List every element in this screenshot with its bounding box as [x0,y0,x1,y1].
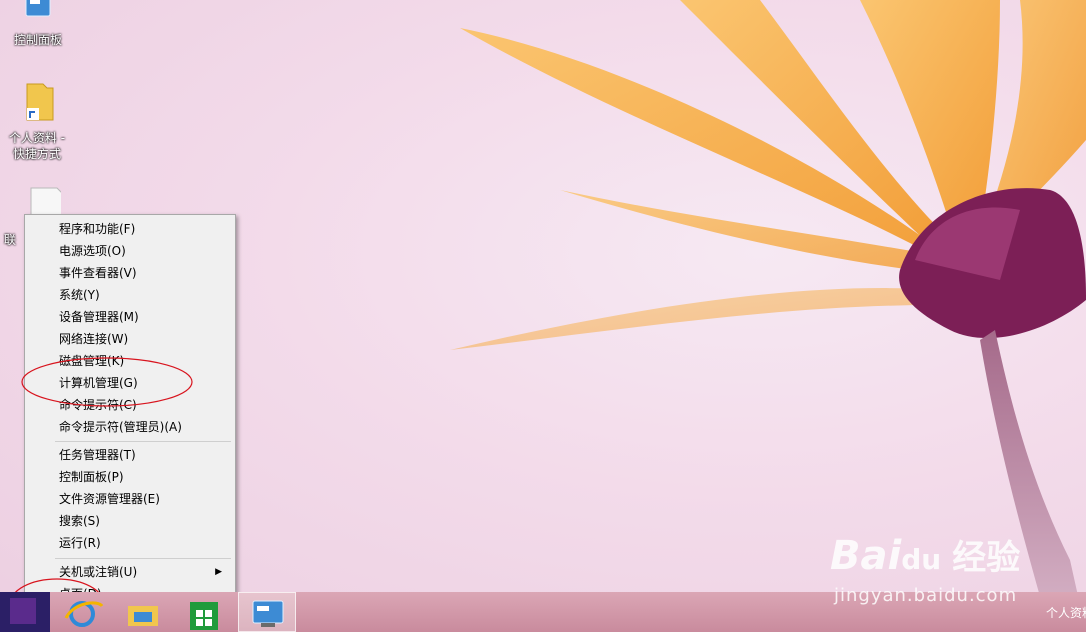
menu-item-device-manager[interactable]: 设备管理器(M) [26,306,232,328]
tray-text: 个人资料 [1046,606,1086,620]
menu-item-event-viewer[interactable]: 事件查看器(V) [26,262,232,284]
control-panel-icon [25,0,51,17]
baidu-watermark-url: jingyan.baidu.com [834,585,1018,606]
menu-item-power-options[interactable]: 电源选项(O) [26,240,232,262]
control-panel-icon [252,600,284,627]
menu-item-task-manager[interactable]: 任务管理器(T) [26,444,232,466]
internet-explorer-icon [64,601,104,627]
menu-item-run[interactable]: 运行(R) [26,532,232,554]
windows-start-icon [10,598,36,624]
desktop-icon-control-panel[interactable]: 控制面板 [3,0,73,48]
desktop-background: 控制面板 个人资料 - 快捷方式 联 程序和功能(F) 电源选项(O) 事件查看… [0,0,1086,632]
menu-item-label: 关机或注销(U) [59,565,138,579]
menu-item-network-connections[interactable]: 网络连接(W) [26,328,232,350]
desktop-icon-label: 控制面板 [13,33,62,47]
menu-item-disk-management[interactable]: 磁盘管理(K) [26,350,232,372]
menu-item-command-prompt-admin[interactable]: 命令提示符(管理员)(A) [26,416,232,438]
menu-item-system[interactable]: 系统(Y) [26,284,232,306]
menu-item-command-prompt[interactable]: 命令提示符(C) [26,394,232,416]
menu-separator [55,441,231,442]
submenu-arrow-icon: ▶ [215,567,222,577]
menu-item-shutdown-signout[interactable]: 关机或注销(U) ▶ [26,561,232,583]
store-button[interactable] [178,592,228,632]
control-panel-button[interactable] [238,592,296,632]
desktop-icon-label: 个人资料 - 快捷方式 [8,131,66,161]
menu-item-search[interactable]: 搜索(S) [26,510,232,532]
baidu-watermark-logo: Baidu 经验 [830,533,1021,579]
winx-context-menu: 程序和功能(F) 电源选项(O) 事件查看器(V) 系统(Y) 设备管理器(M)… [24,214,236,608]
file-explorer-button[interactable] [118,592,168,632]
desktop-icon-personal-data-shortcut[interactable]: 个人资料 - 快捷方式 [2,80,72,162]
menu-item-computer-management[interactable]: 计算机管理(G) [26,372,232,394]
store-icon [190,602,218,630]
internet-explorer-button[interactable] [58,592,108,632]
menu-item-file-explorer[interactable]: 文件资源管理器(E) [26,488,232,510]
menu-item-control-panel[interactable]: 控制面板(P) [26,466,232,488]
file-explorer-icon [128,606,158,626]
menu-separator [55,558,231,559]
folder-shortcut-icon [26,83,54,121]
start-button[interactable] [0,592,50,632]
menu-item-programs-features[interactable]: 程序和功能(F) [26,218,232,240]
